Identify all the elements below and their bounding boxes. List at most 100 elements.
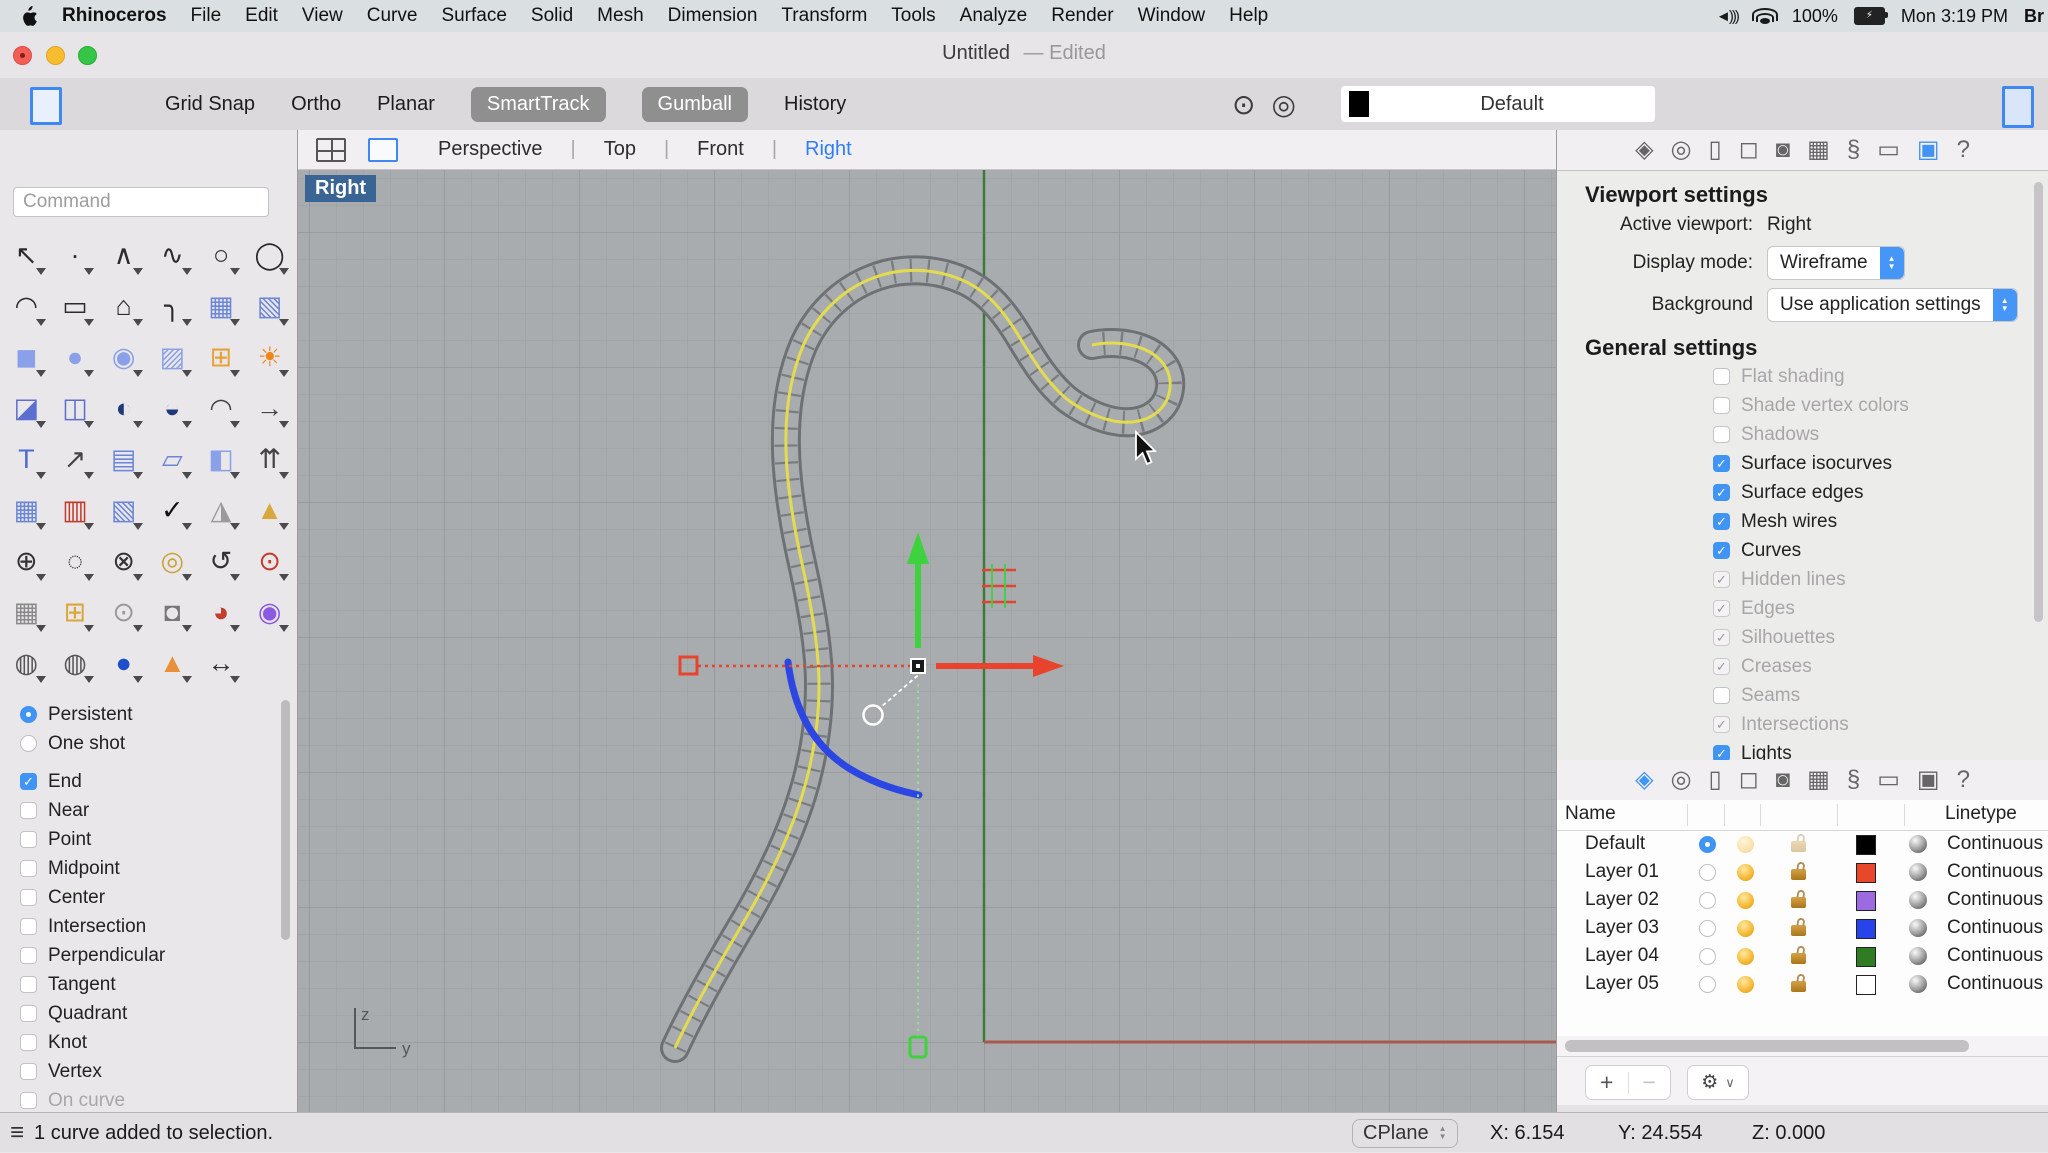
setting-mesh-wires[interactable]: ✓Mesh wires bbox=[1713, 507, 1909, 536]
tool-surface-points[interactable]: ▦ bbox=[197, 281, 246, 332]
osnap-check-tangent[interactable]: Tangent bbox=[20, 970, 270, 999]
osnap-check-intersection[interactable]: Intersection bbox=[20, 912, 270, 941]
setting-surface-isocurves[interactable]: ✓Surface isocurves bbox=[1713, 449, 1909, 478]
wifi-icon[interactable] bbox=[1754, 8, 1776, 24]
circle-display-icon[interactable]: ◎ bbox=[1271, 88, 1295, 121]
layer-visibility-bulb-icon[interactable] bbox=[1737, 948, 1754, 965]
osnap-scrollbar[interactable] bbox=[281, 700, 290, 940]
tool-trim[interactable]: ◪ bbox=[2, 383, 51, 434]
layer-visibility-bulb-icon[interactable] bbox=[1737, 892, 1754, 909]
tool-offset-surface[interactable]: ▧ bbox=[99, 485, 148, 536]
panel-box-edit-icon[interactable]: ◻ bbox=[1739, 768, 1759, 792]
apple-menu-icon[interactable] bbox=[14, 6, 44, 26]
layer-row-default[interactable]: DefaultContinuous bbox=[1557, 831, 2048, 859]
menu-tools[interactable]: Tools bbox=[879, 5, 947, 27]
tool-mirror[interactable]: ▱ bbox=[148, 434, 197, 485]
menu-mesh[interactable]: Mesh bbox=[585, 5, 655, 27]
tool-check[interactable]: ✓ bbox=[148, 485, 197, 536]
tool-box[interactable]: ◼ bbox=[2, 332, 51, 383]
osnap-radio-persistent[interactable]: Persistent bbox=[20, 700, 270, 729]
tool-color-wheel[interactable]: ◉ bbox=[245, 587, 294, 638]
setting-edges[interactable]: ✓Edges bbox=[1713, 594, 1909, 623]
layer-material-icon[interactable] bbox=[1909, 975, 1927, 993]
menu-file[interactable]: File bbox=[179, 5, 234, 27]
tool-solid-edit[interactable]: ◧ bbox=[197, 434, 246, 485]
layer-visibility-bulb-icon[interactable] bbox=[1737, 836, 1754, 853]
tool-drape[interactable]: ▲ bbox=[245, 485, 294, 536]
command-input[interactable] bbox=[13, 187, 269, 217]
viewport-right[interactable]: Right bbox=[298, 170, 1556, 1112]
toggle-ortho[interactable]: Ortho bbox=[291, 93, 341, 116]
menu-analyze[interactable]: Analyze bbox=[948, 5, 1040, 27]
layer-lock-icon[interactable] bbox=[1791, 869, 1806, 880]
osnap-check-quadrant[interactable]: Quadrant bbox=[20, 999, 270, 1028]
background-select[interactable]: Use application settings ▲▼ bbox=[1767, 288, 2018, 322]
layer-linetype[interactable]: Continuous bbox=[1947, 861, 2043, 883]
layer-color-swatch[interactable] bbox=[1856, 891, 1876, 911]
tool-select[interactable]: ↖ bbox=[2, 230, 51, 281]
panel-display-icon[interactable]: ▣ bbox=[1917, 768, 1940, 792]
layer-linetype[interactable]: Continuous bbox=[1947, 889, 2043, 911]
tab-right[interactable]: Right bbox=[781, 138, 876, 161]
tool-patch[interactable]: ▨ bbox=[148, 332, 197, 383]
osnap-check-center[interactable]: Center bbox=[20, 883, 270, 912]
tool-cplane[interactable]: ▦ bbox=[2, 587, 51, 638]
setting-seams[interactable]: Seams bbox=[1713, 681, 1909, 710]
tool-scale[interactable]: ↗ bbox=[51, 434, 100, 485]
current-layer-chip[interactable]: Default bbox=[1341, 86, 1655, 122]
tool-curve[interactable]: ∿ bbox=[148, 230, 197, 281]
tool-point[interactable]: ∙ bbox=[51, 230, 100, 281]
tool-boolean[interactable]: ⊞ bbox=[197, 332, 246, 383]
layer-material-icon[interactable] bbox=[1909, 835, 1927, 853]
layer-material-icon[interactable] bbox=[1909, 947, 1927, 965]
layer-row-layer-01[interactable]: Layer 01Continuous bbox=[1557, 859, 2048, 887]
layer-linetype[interactable]: Continuous bbox=[1947, 917, 2043, 939]
panel-named-views-icon[interactable]: ◙ bbox=[1776, 768, 1791, 792]
panel-display-icon[interactable]: ▣ bbox=[1917, 138, 1940, 162]
tool-arc[interactable]: ◠ bbox=[2, 281, 51, 332]
toggle-gumball[interactable]: Gumball bbox=[642, 87, 748, 122]
layers-hscrollbar[interactable] bbox=[1557, 1036, 2048, 1056]
layer-row-layer-03[interactable]: Layer 03Continuous bbox=[1557, 915, 2048, 943]
tool-analyze[interactable]: ◕ bbox=[197, 587, 246, 638]
panel-properties-icon[interactable]: ◎ bbox=[1671, 768, 1692, 792]
layer-lock-icon[interactable] bbox=[1791, 841, 1806, 852]
layer-lock-icon[interactable] bbox=[1791, 981, 1806, 992]
tool-rectangle[interactable]: ▭ bbox=[51, 281, 100, 332]
status-list-icon[interactable]: ≡ bbox=[10, 1119, 24, 1147]
single-viewport-layout-icon[interactable] bbox=[368, 138, 398, 162]
layer-color-swatch[interactable] bbox=[1856, 835, 1876, 855]
panel-layers-icon[interactable]: ◈ bbox=[1635, 768, 1653, 792]
layer-current-radio[interactable] bbox=[1699, 836, 1716, 853]
toggle-planar[interactable]: Planar bbox=[377, 93, 435, 116]
panel-toggle-left-icon[interactable] bbox=[30, 87, 62, 125]
tool-text[interactable]: T bbox=[2, 434, 51, 485]
setting-silhouettes[interactable]: ✓Silhouettes bbox=[1713, 623, 1909, 652]
layer-linetype[interactable]: Continuous bbox=[1947, 973, 2043, 995]
tool-circle[interactable]: ○ bbox=[197, 230, 246, 281]
viewport-title-badge[interactable]: Right bbox=[305, 175, 376, 202]
tab-front[interactable]: Front bbox=[673, 138, 768, 161]
tool-turntable[interactable]: ⊙ bbox=[245, 536, 294, 587]
osnap-check-midpoint[interactable]: Midpoint bbox=[20, 854, 270, 883]
tool-revolve[interactable]: ◉ bbox=[99, 332, 148, 383]
display-panel-scrollbar[interactable] bbox=[2034, 182, 2043, 622]
panel-grid-options-icon[interactable]: ▦ bbox=[1807, 768, 1830, 792]
panel-grid-options-icon[interactable]: ▦ bbox=[1807, 138, 1830, 162]
tool-cone[interactable]: ▲ bbox=[148, 638, 197, 689]
layer-current-radio[interactable] bbox=[1699, 948, 1716, 965]
menu-view[interactable]: View bbox=[290, 5, 355, 27]
panel-notes-icon[interactable]: ▯ bbox=[1709, 768, 1722, 792]
tool-sphere-wireframe[interactable]: ◍ bbox=[2, 638, 51, 689]
menu-dimension[interactable]: Dimension bbox=[656, 5, 770, 27]
panel-macros-icon[interactable]: § bbox=[1847, 138, 1860, 162]
tool-curve-points[interactable]: ∧ bbox=[99, 230, 148, 281]
tool-surface-direction[interactable]: ⇈ bbox=[245, 434, 294, 485]
layer-material-icon[interactable] bbox=[1909, 891, 1927, 909]
tool-extend-curve[interactable]: → bbox=[245, 383, 294, 434]
osnap-check-point[interactable]: Point bbox=[20, 825, 270, 854]
layer-color-swatch[interactable] bbox=[1856, 947, 1876, 967]
tool-sphere[interactable]: ● bbox=[51, 332, 100, 383]
setting-flat-shading[interactable]: Flat shading bbox=[1713, 362, 1909, 391]
tool-primitives[interactable]: ◮ bbox=[197, 485, 246, 536]
